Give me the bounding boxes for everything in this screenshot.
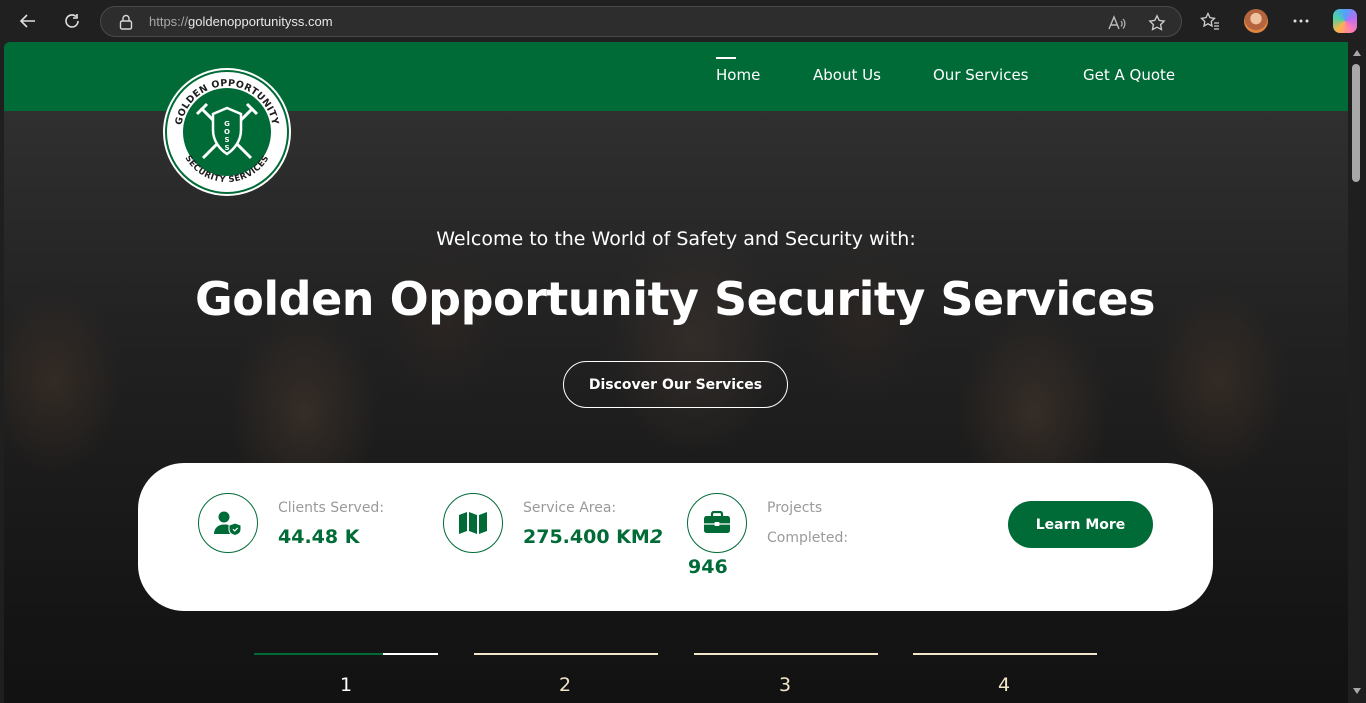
learn-more-button[interactable]: Learn More [1008,501,1153,548]
url-protocol: https:// [149,14,189,29]
hero-title: Golden Opportunity Security Services [195,272,1155,326]
slide-number-1[interactable]: 1 [331,674,361,696]
logo-emblem: GOLDEN OPPORTUNITY SECURITY SERVICES G O… [165,70,289,194]
scroll-up-arrow-icon[interactable] [1353,50,1361,56]
browser-toolbar: https://goldenopportunityss.com [0,0,1366,42]
service-area-label: Service Area: [523,500,617,516]
slide-progress-bar [254,653,383,655]
page-viewport: Home About Us Our Services Get A Quote G… [4,42,1348,703]
page-scrollbar[interactable] [1348,42,1366,703]
address-bar[interactable]: https://goldenopportunityss.com [100,6,1182,37]
nav-active-indicator [716,57,736,59]
hero-welcome-text: Welcome to the World of Safety and Secur… [436,228,916,250]
discover-services-button[interactable]: Discover Our Services [563,361,788,408]
service-area-value: 275.400 KM2 [523,526,663,548]
stats-card: Clients Served: 44.48 K Service Area: 27… [138,463,1213,611]
slide-indicator-3[interactable] [694,653,878,655]
site-logo[interactable]: GOLDEN OPPORTUNITY SECURITY SERVICES G O… [163,68,291,196]
svg-text:O: O [224,128,230,136]
clients-served-label: Clients Served: [278,500,385,516]
url-host: goldenopportunityss.com [188,14,333,29]
slide-indicator-2[interactable] [474,653,658,655]
user-shield-icon [198,493,258,553]
slide-number-4[interactable]: 4 [989,674,1019,696]
slide-number-3[interactable]: 3 [770,674,800,696]
nav-get-a-quote[interactable]: Get A Quote [1083,66,1175,84]
scroll-down-arrow-icon[interactable] [1353,688,1361,694]
nav-home[interactable]: Home [716,66,760,84]
clients-served-value: 44.48 K [278,526,360,548]
svg-text:S: S [224,136,229,144]
slide-indicator-1[interactable] [254,653,438,655]
copilot-icon[interactable] [1333,9,1357,33]
profile-avatar[interactable] [1244,9,1268,33]
svg-text:G: G [224,120,230,128]
svg-text:S: S [224,144,229,152]
scroll-thumb[interactable] [1352,64,1360,182]
url-text: https://goldenopportunityss.com [149,14,333,29]
nav-our-services[interactable]: Our Services [933,66,1029,84]
map-icon [443,493,503,553]
more-menu-icon[interactable] [1288,8,1314,34]
nav-about-us[interactable]: About Us [813,66,881,84]
favorite-star-icon[interactable] [1147,13,1167,33]
service-area-unit-suffix: 2 [649,526,664,548]
favorites-collection-icon[interactable] [1197,8,1223,34]
projects-completed-value: 946 [688,556,728,578]
briefcase-icon [687,493,747,553]
service-area-number: 275.400 KM [523,526,650,548]
projects-label-line1: Projects [767,500,823,516]
projects-label-line2: Completed: [767,530,849,546]
refresh-icon[interactable] [59,8,85,34]
slide-number-2[interactable]: 2 [550,674,580,696]
read-aloud-icon[interactable] [1107,13,1127,33]
slide-indicator-4[interactable] [913,653,1097,655]
back-icon[interactable] [15,8,41,34]
lock-icon [119,14,133,30]
